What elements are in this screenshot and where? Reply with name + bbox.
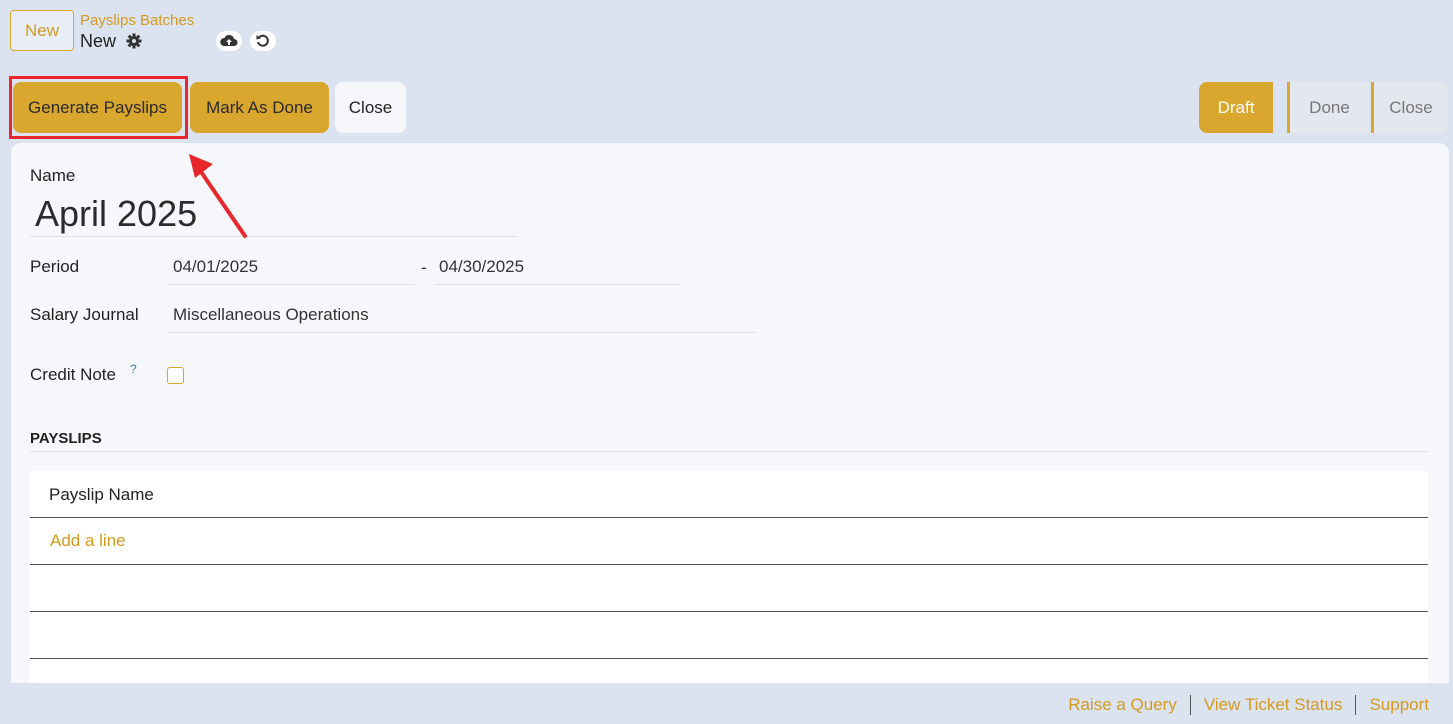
column-header-payslip-name[interactable]: Payslip Name: [30, 471, 1428, 518]
generate-payslips-button[interactable]: Generate Payslips: [13, 82, 182, 133]
status-draft[interactable]: Draft: [1199, 82, 1273, 133]
gear-icon[interactable]: [126, 33, 142, 49]
raise-query-link[interactable]: Raise a Query: [1068, 695, 1177, 715]
table-row: Add a line: [30, 518, 1428, 565]
form-sheet: Name April 2025 Period 04/01/2025 - 04/3…: [11, 143, 1449, 683]
period-label: Period: [30, 257, 80, 276]
mark-as-done-button[interactable]: Mark As Done: [190, 82, 329, 133]
credit-note-help-icon[interactable]: ?: [130, 362, 137, 376]
footer: Raise a Query View Ticket Status Support: [0, 683, 1453, 724]
status-done[interactable]: Done: [1287, 82, 1369, 133]
payslips-table: Payslip Name Add a line: [30, 471, 1428, 683]
view-ticket-status-link[interactable]: View Ticket Status: [1204, 695, 1343, 715]
footer-separator: [1355, 695, 1357, 715]
discard-icon[interactable]: [250, 31, 276, 51]
close-button[interactable]: Close: [335, 82, 406, 133]
new-button[interactable]: New: [10, 10, 74, 51]
support-link[interactable]: Support: [1369, 695, 1429, 715]
add-line-link[interactable]: Add a line: [30, 518, 1428, 551]
period-start-field[interactable]: 04/01/2025: [168, 249, 415, 285]
control-panel: New Payslips Batches New: [0, 0, 1453, 70]
table-row: [30, 565, 1428, 612]
name-label: Name: [30, 166, 76, 185]
footer-separator: [1189, 695, 1191, 715]
cloud-upload-icon[interactable]: [216, 31, 242, 51]
payslips-section-title: PAYSLIPS: [30, 430, 102, 447]
salary-journal-field[interactable]: Miscellaneous Operations: [168, 297, 756, 333]
salary-journal-label: Salary Journal: [30, 305, 139, 324]
credit-note-label: Credit Note: [30, 365, 116, 384]
footer-links: Raise a Query View Ticket Status Support: [1068, 695, 1429, 715]
name-field[interactable]: April 2025: [30, 193, 518, 237]
table-row: [30, 612, 1428, 659]
record-name: New: [80, 31, 117, 51]
period-separator: -: [421, 258, 427, 277]
status-close[interactable]: Close: [1371, 82, 1448, 133]
period-end-field[interactable]: 04/30/2025: [434, 249, 681, 285]
status-bar: Draft Done Close: [1199, 82, 1449, 133]
credit-note-checkbox[interactable]: [167, 367, 184, 384]
breadcrumb-payslips-batches[interactable]: Payslips Batches: [80, 12, 194, 29]
section-divider: [30, 451, 1428, 452]
